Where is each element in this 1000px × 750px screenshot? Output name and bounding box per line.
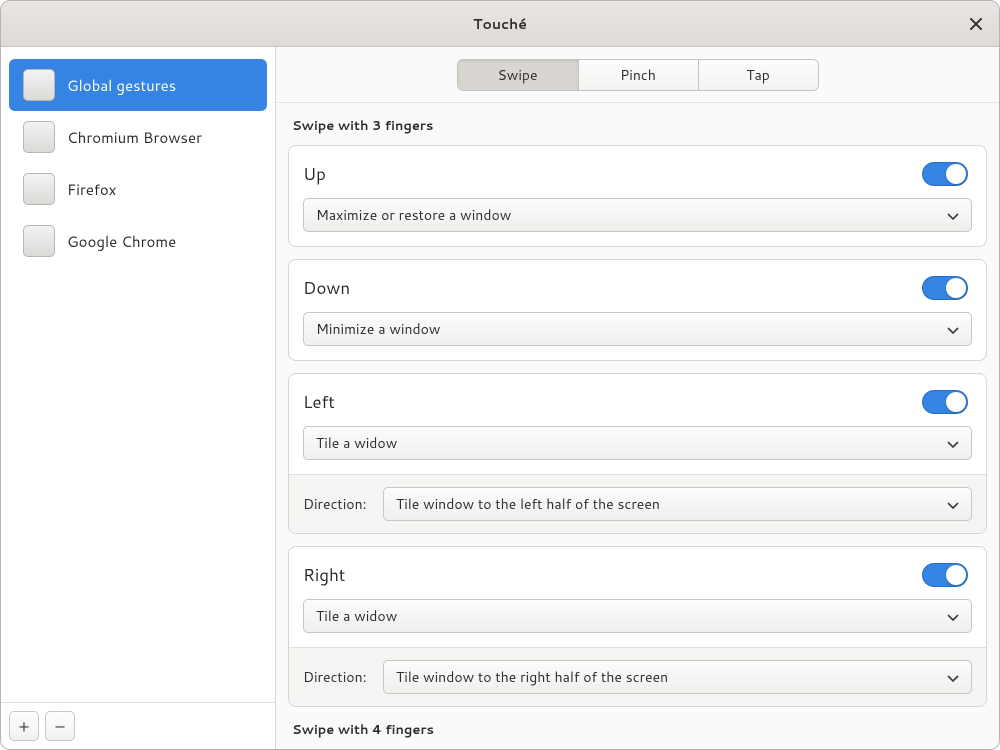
sidebar-item-chrome[interactable]: Google Chrome [9, 215, 267, 267]
chevron-down-icon [947, 204, 959, 227]
gesture-name-label: Up [303, 162, 326, 186]
content-split: Global gestures Chromium Browser Firefox… [1, 47, 999, 749]
section-header-swipe4: Swipe with 4 fingers [292, 721, 983, 739]
dropdown-value: Maximize or restore a window [316, 205, 511, 225]
direction-label: Direction: [303, 667, 367, 687]
toggle-knob [946, 392, 966, 412]
gesture-name-label: Left [303, 390, 335, 414]
toggle-knob [946, 565, 966, 585]
chevron-down-icon [947, 318, 959, 341]
app-list: Global gestures Chromium Browser Firefox… [1, 47, 275, 702]
chevron-down-icon [947, 605, 959, 628]
tab-switcher: Swipe Pinch Tap [457, 59, 819, 91]
window-root: Touché Global gestures Chromium Browser … [0, 0, 1000, 750]
gesture-type-tabs: Swipe Pinch Tap [276, 47, 999, 103]
app-icon [23, 121, 55, 153]
dropdown-value: Tile window to the left half of the scre… [396, 494, 660, 514]
gesture-enabled-toggle[interactable] [922, 162, 968, 186]
gesture-action-dropdown[interactable]: Tile a widow [303, 599, 972, 633]
main-pane: Swipe Pinch Tap Swipe with 3 fingers Up [276, 47, 999, 749]
direction-dropdown[interactable]: Tile window to the left half of the scre… [383, 487, 972, 521]
direction-dropdown[interactable]: Tile window to the right half of the scr… [383, 660, 972, 694]
gesture-header: Left [289, 374, 986, 426]
sidebar-item-label: Google Chrome [67, 231, 176, 252]
gesture-enabled-toggle[interactable] [922, 390, 968, 414]
sidebar: Global gestures Chromium Browser Firefox… [1, 47, 276, 749]
gesture-direction-row: Direction: Tile window to the left half … [289, 474, 986, 533]
dropdown-value: Minimize a window [316, 319, 440, 339]
tab-tap[interactable]: Tap [698, 60, 818, 90]
gesture-action-dropdown[interactable]: Maximize or restore a window [303, 198, 972, 232]
app-icon [23, 173, 55, 205]
gesture-card-down: Down Minimize a window [288, 259, 987, 361]
gesture-card-up: Up Maximize or restore a window [288, 145, 987, 247]
gesture-card-right: Right Tile a widow Direction: [288, 546, 987, 707]
title-bar: Touché [1, 1, 999, 47]
sidebar-item-label: Firefox [67, 179, 116, 200]
gesture-enabled-toggle[interactable] [922, 563, 968, 587]
sidebar-item-global[interactable]: Global gestures [9, 59, 267, 111]
direction-label: Direction: [303, 494, 367, 514]
gesture-header: Up [289, 146, 986, 198]
gesture-header: Down [289, 260, 986, 312]
remove-app-button[interactable]: – [45, 711, 75, 741]
gesture-action-dropdown[interactable]: Tile a widow [303, 426, 972, 460]
window-title: Touché [473, 14, 527, 34]
touchpad-icon [23, 69, 55, 101]
sidebar-item-label: Global gestures [67, 75, 176, 96]
chevron-down-icon [947, 493, 959, 516]
section-header-swipe3: Swipe with 3 fingers [292, 117, 983, 135]
sidebar-item-label: Chromium Browser [67, 127, 202, 148]
chevron-down-icon [947, 666, 959, 689]
gesture-card-left: Left Tile a widow Direction: [288, 373, 987, 534]
toggle-knob [946, 278, 966, 298]
gesture-name-label: Right [303, 563, 345, 587]
gesture-name-label: Down [303, 276, 350, 300]
add-app-button[interactable]: + [9, 711, 39, 741]
close-icon[interactable] [965, 13, 987, 35]
gesture-direction-row: Direction: Tile window to the right half… [289, 647, 986, 706]
tab-pinch[interactable]: Pinch [578, 60, 698, 90]
gesture-header: Right [289, 547, 986, 599]
toggle-knob [946, 164, 966, 184]
sidebar-item-chromium[interactable]: Chromium Browser [9, 111, 267, 163]
tab-swipe[interactable]: Swipe [458, 60, 578, 90]
gesture-action-dropdown[interactable]: Minimize a window [303, 312, 972, 346]
gesture-enabled-toggle[interactable] [922, 276, 968, 300]
gesture-scroll-area[interactable]: Swipe with 3 fingers Up Maximize or rest… [276, 103, 999, 749]
dropdown-value: Tile a widow [316, 433, 397, 453]
sidebar-footer: + – [1, 702, 275, 749]
chevron-down-icon [947, 432, 959, 455]
dropdown-value: Tile a widow [316, 606, 397, 626]
dropdown-value: Tile window to the right half of the scr… [396, 667, 668, 687]
sidebar-item-firefox[interactable]: Firefox [9, 163, 267, 215]
app-icon [23, 225, 55, 257]
